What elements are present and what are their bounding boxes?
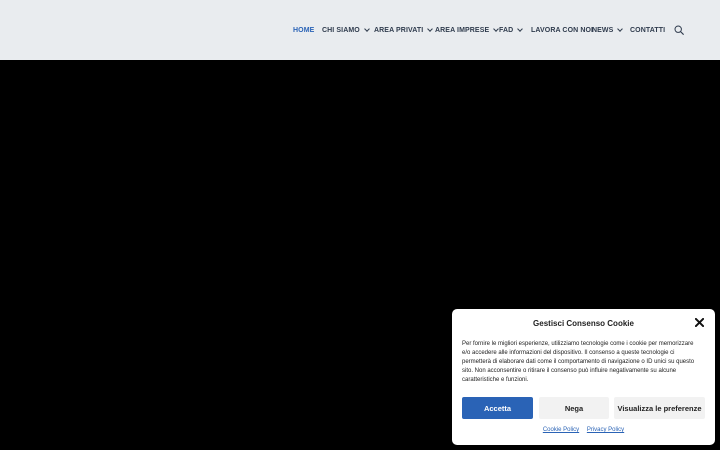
nav-label: AREA PRIVATI [374, 26, 424, 34]
nav-item-fad[interactable]: FAD [499, 0, 524, 60]
nav-item-lavora-con-noi[interactable]: LAVORA CON NOI [531, 0, 593, 60]
nav-item-news[interactable]: NEWS [592, 0, 624, 60]
deny-button[interactable]: Nega [539, 397, 609, 419]
privacy-policy-link[interactable]: Privacy Policy [587, 427, 624, 433]
main-nav: HOME CHI SIAMO AREA PRIVATI AREA IMPRESE… [0, 0, 720, 60]
cookie-consent-dialog: Gestisci Consenso Cookie Per fornire le … [452, 309, 715, 445]
chevron-down-icon [364, 26, 370, 32]
nav-label: HOME [293, 26, 315, 34]
close-icon[interactable] [695, 318, 704, 327]
nav-item-home[interactable]: HOME [293, 0, 314, 60]
search-icon[interactable] [674, 25, 684, 35]
cookie-description: Per fornire le migliori esperienze, util… [462, 341, 695, 383]
chevron-down-icon [427, 26, 434, 32]
nav-item-area-privati[interactable]: AREA PRIVATI [374, 0, 434, 60]
accept-button[interactable]: Accetta [462, 397, 533, 419]
nav-label: AREA IMPRESE [435, 26, 490, 34]
nav-label: CHI SIAMO [322, 26, 360, 34]
site-header: HOME CHI SIAMO AREA PRIVATI AREA IMPRESE… [0, 0, 720, 60]
nav-item-chi-siamo[interactable]: CHI SIAMO [322, 0, 370, 60]
nav-label: CONTATTI [630, 26, 666, 34]
chevron-down-icon [617, 26, 624, 32]
view-preferences-button[interactable]: Visualizza le preferenze [614, 397, 705, 419]
chevron-down-icon [517, 26, 524, 32]
nav-item-contatti[interactable]: CONTATTI [630, 0, 665, 60]
cookie-policy-link[interactable]: Cookie Policy [543, 427, 579, 433]
nav-label: NEWS [592, 26, 614, 34]
policy-links: Cookie Policy Privacy Policy [452, 427, 715, 433]
nav-item-area-imprese[interactable]: AREA IMPRESE [435, 0, 500, 60]
nav-label: LAVORA CON NOI [531, 26, 594, 34]
cookie-title: Gestisci Consenso Cookie [533, 319, 634, 328]
nav-label: FAD [499, 26, 514, 34]
